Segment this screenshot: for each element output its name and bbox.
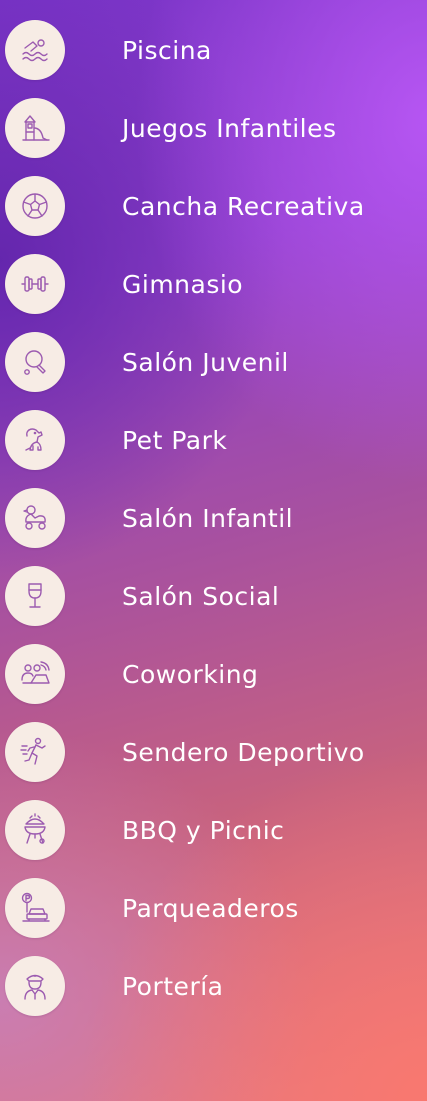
amenities-list: Piscina Juegos Infantiles Cancha Recreat… [0, 0, 427, 1101]
amenity-label: Salón Infantil [122, 503, 294, 533]
amenity-item-sendero-deportivo[interactable]: Sendero Deportivo [0, 718, 427, 786]
amenity-item-juegos-infantiles[interactable]: Juegos Infantiles [0, 94, 427, 162]
toy-duck-icon [5, 488, 65, 548]
amenity-label: Salón Juvenil [122, 347, 289, 377]
wine-glass-icon [5, 566, 65, 626]
amenity-label: Coworking [122, 659, 259, 689]
amenity-label: Cancha Recreativa [122, 191, 365, 221]
dog-icon [5, 410, 65, 470]
soccer-ball-icon [5, 176, 65, 236]
parking-car-icon [5, 878, 65, 938]
ping-pong-icon [5, 332, 65, 392]
dumbbell-icon [5, 254, 65, 314]
amenity-item-cancha-recreativa[interactable]: Cancha Recreativa [0, 172, 427, 240]
amenity-label: Pet Park [122, 425, 228, 455]
amenity-label: Sendero Deportivo [122, 737, 365, 767]
amenity-item-salon-juvenil[interactable]: Salón Juvenil [0, 328, 427, 396]
swimmer-icon [5, 20, 65, 80]
amenity-item-coworking[interactable]: Coworking [0, 640, 427, 708]
playground-icon [5, 98, 65, 158]
amenity-item-parqueaderos[interactable]: Parqueaderos [0, 874, 427, 942]
amenity-label: Piscina [122, 35, 212, 65]
amenity-item-salon-social[interactable]: Salón Social [0, 562, 427, 630]
amenity-item-piscina[interactable]: Piscina [0, 16, 427, 84]
amenity-label: Salón Social [122, 581, 280, 611]
amenity-label: Gimnasio [122, 269, 244, 299]
amenity-label: Portería [122, 971, 224, 1001]
amenity-label: BBQ y Picnic [122, 815, 285, 845]
coworking-laptop-icon [5, 644, 65, 704]
amenity-item-bbq-y-picnic[interactable]: BBQ y Picnic [0, 796, 427, 864]
amenity-item-salon-infantil[interactable]: Salón Infantil [0, 484, 427, 552]
grill-icon [5, 800, 65, 860]
security-guard-icon [5, 956, 65, 1016]
amenity-label: Parqueaderos [122, 893, 299, 923]
amenity-item-pet-park[interactable]: Pet Park [0, 406, 427, 474]
amenity-item-porteria[interactable]: Portería [0, 952, 427, 1020]
runner-icon [5, 722, 65, 782]
amenity-item-gimnasio[interactable]: Gimnasio [0, 250, 427, 318]
amenity-label: Juegos Infantiles [122, 113, 337, 143]
